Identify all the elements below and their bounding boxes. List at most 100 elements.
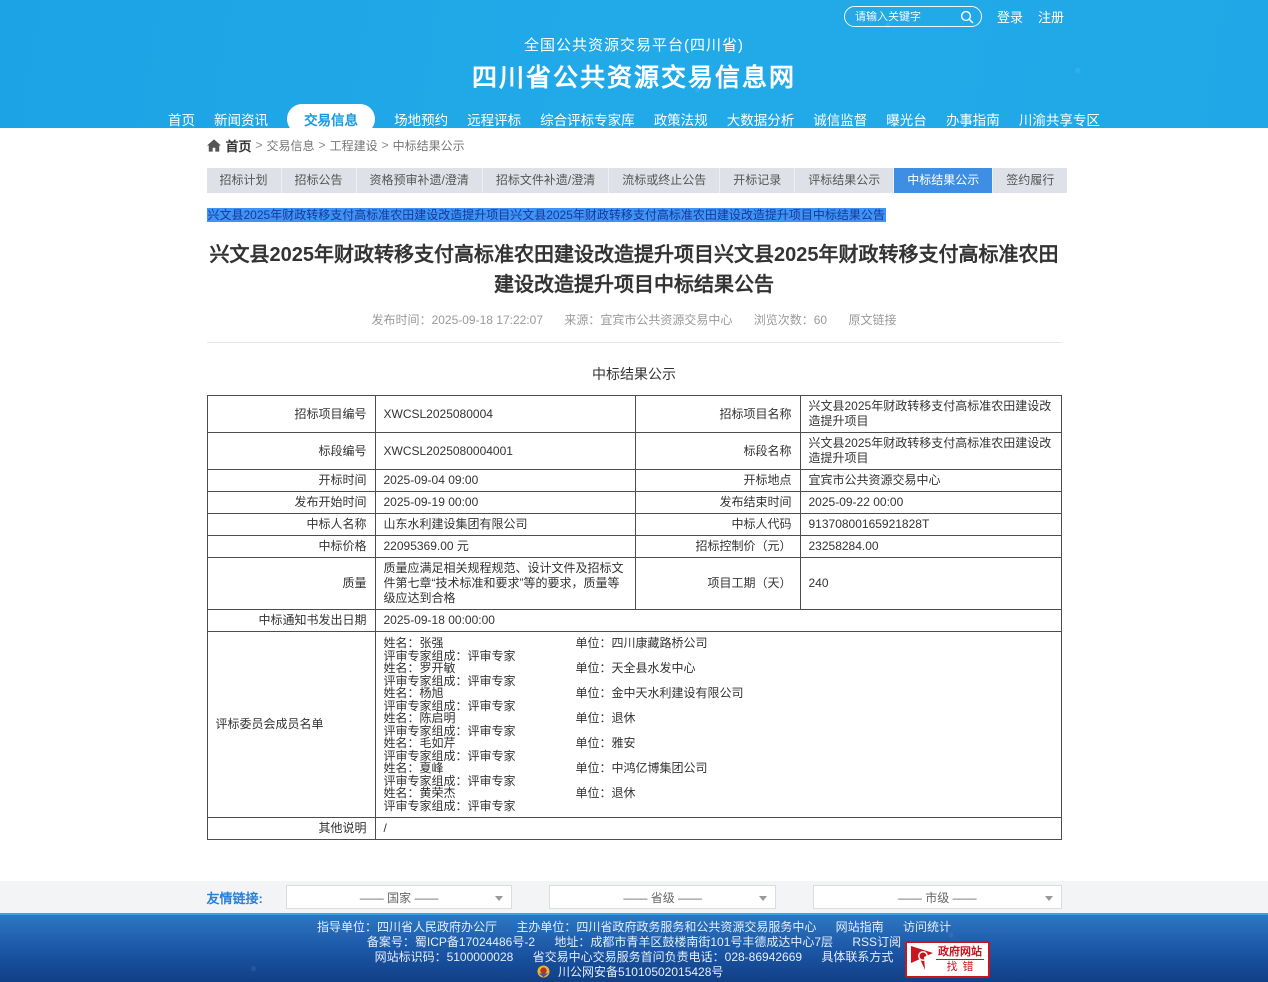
member-group: 评审专家 — [468, 699, 516, 713]
cell-label: 招标控制价（元） — [635, 536, 800, 558]
breadcrumb-home[interactable]: 首页 — [226, 136, 252, 155]
nav-item-home[interactable]: 首页 — [168, 109, 195, 129]
tab-opening-record[interactable]: 开标记录 — [720, 168, 794, 193]
cell-label: 中标价格 — [207, 536, 375, 558]
cell-label: 开标地点 — [635, 470, 800, 492]
row-price: 中标价格 22095369.00 元 招标控制价（元） 23258284.00 — [207, 536, 1061, 558]
search-input[interactable] — [855, 11, 960, 23]
friendly-links-label: 友情链接: — [207, 888, 263, 907]
footer-contact-link[interactable]: 具体联系方式 — [821, 950, 893, 964]
nav-item-trade-info[interactable]: 交易信息 — [287, 104, 375, 134]
links-select-municipal-value: —— 市级 —— — [898, 889, 977, 906]
result-link-highlighted[interactable]: 兴文县2025年财政转移支付高标准农田建设改造提升项目兴文县2025年财政转移支… — [207, 208, 886, 222]
footer-address: 地址：成都市青羊区鼓楼南街101号丰德成达中心7层 — [554, 935, 833, 949]
nav-item-guide[interactable]: 办事指南 — [946, 109, 1000, 129]
cell-value: / — [375, 818, 1061, 840]
cell-label: 项目工期（天） — [635, 558, 800, 610]
nav-item-chuanyu-zone[interactable]: 川渝共享专区 — [1019, 109, 1100, 129]
article-title: 兴文县2025年财政转移支付高标准农田建设改造提升项目兴文县2025年财政转移支… — [207, 240, 1062, 300]
breadcrumb-current: 中标结果公示 — [393, 137, 465, 154]
links-select-municipal[interactable]: —— 市级 —— — [813, 885, 1061, 909]
tab-doc-supplement[interactable]: 招标文件补遗/澄清 — [483, 168, 608, 193]
breadcrumb-engineering[interactable]: 工程建设 — [330, 137, 378, 154]
row-project-number: 招标项目编号 XWCSL2025080004 招标项目名称 兴文县2025年财政… — [207, 396, 1061, 433]
tab-contract-performance[interactable]: 签约履行 — [993, 168, 1067, 193]
cell-label: 开标时间 — [207, 470, 375, 492]
links-select-provincial[interactable]: —— 省级 —— — [549, 885, 776, 909]
police-badge-icon — [537, 965, 550, 982]
row-section-number: 标段编号 XWCSL2025080004001 标段名称 兴文县2025年财政转… — [207, 433, 1061, 470]
member-unit: 退休 — [612, 786, 636, 800]
committee-label: 评标委员会成员名单 — [207, 632, 375, 818]
cell-value: 质量应满足相关规程规范、设计文件及招标文件第七章“技术标准和要求”等的要求，质量… — [375, 558, 635, 610]
error-find-icon — [910, 944, 936, 975]
views-value: 60 — [814, 313, 827, 327]
links-select-provincial-value: —— 省级 —— — [623, 889, 702, 906]
tab-bid-announcement[interactable]: 招标公告 — [282, 168, 356, 193]
committee-member: 姓名：毛如芹单位：雅安 评审专家组成：评审专家 — [384, 737, 1053, 762]
home-icon — [207, 139, 221, 152]
login-link[interactable]: 登录 — [997, 7, 1023, 26]
register-link[interactable]: 注册 — [1038, 7, 1064, 26]
cell-value: 91370800165921828T — [800, 514, 1061, 536]
breadcrumb-separator: > — [256, 138, 263, 152]
links-select-national[interactable]: —— 国家 —— — [286, 885, 513, 909]
nav-item-venue-booking[interactable]: 场地预约 — [394, 109, 448, 129]
row-quality: 质量 质量应满足相关规程规范、设计文件及招标文件第七章“技术标准和要求”等的要求… — [207, 558, 1061, 610]
cell-value: 兴文县2025年财政转移支付高标准农田建设改造提升项目 — [800, 433, 1061, 470]
search-icon[interactable] — [960, 10, 974, 24]
cell-value: 2025-09-18 00:00:00 — [375, 610, 1061, 632]
member-group: 评审专家 — [468, 674, 516, 688]
views-label: 浏览次数： — [754, 313, 814, 327]
unit-label: 单位： — [576, 661, 612, 675]
tab-award-result[interactable]: 中标结果公示 — [894, 168, 992, 193]
committee-list: 姓名：张强单位：四川康藏路桥公司 评审专家组成：评审专家 姓名：罗开敏单位：天全… — [375, 632, 1061, 818]
committee-member: 姓名：杨旭单位：金中天水利建设有限公司 评审专家组成：评审专家 — [384, 687, 1053, 712]
nav-item-expert-pool[interactable]: 综合评标专家库 — [540, 109, 635, 129]
unit-label: 单位： — [576, 711, 612, 725]
nav-item-news[interactable]: 新闻资讯 — [214, 109, 268, 129]
footer-site-guide-link[interactable]: 网站指南 — [836, 920, 884, 934]
tab-evaluation-result[interactable]: 评标结果公示 — [795, 168, 893, 193]
nav-item-remote-evaluation[interactable]: 远程评标 — [467, 109, 521, 129]
committee-member: 姓名：黄荣杰单位：退休 评审专家组成：评审专家 — [384, 787, 1053, 812]
cell-value: 2025-09-19 00:00 — [375, 492, 635, 514]
unit-label: 单位： — [576, 761, 612, 775]
footer-rss-link[interactable]: RSS订阅 — [852, 935, 901, 949]
cell-label: 中标人名称 — [207, 514, 375, 536]
cell-label: 标段编号 — [207, 433, 375, 470]
topbar: 登录 注册 — [844, 6, 1064, 27]
article-meta: 发布时间：2025-09-18 17:22:07 来源：宜宾市公共资源交易中心 … — [207, 311, 1062, 343]
source-value: 宜宾市公共资源交易中心 — [600, 313, 732, 327]
footer-site-code: 网站标识码：5100000028 — [375, 950, 514, 964]
original-link[interactable]: 原文链接 — [848, 313, 896, 327]
search-box[interactable] — [844, 6, 982, 27]
nav-item-big-data[interactable]: 大数据分析 — [727, 109, 795, 129]
cell-value: 2025-09-22 00:00 — [800, 492, 1061, 514]
footer-security-record-link[interactable]: 川公网安备51010502015428号 — [558, 965, 723, 979]
tab-failed-or-terminated[interactable]: 流标或终止公告 — [609, 168, 719, 193]
member-unit: 雅安 — [612, 736, 636, 750]
footer-icp-link[interactable]: 备案号：蜀ICP备17024486号-2 — [367, 935, 535, 949]
unit-label: 单位： — [576, 686, 612, 700]
member-group: 评审专家 — [468, 724, 516, 738]
member-group: 评审专家 — [468, 749, 516, 763]
tab-prequal-supplement[interactable]: 资格预审补遗/澄清 — [357, 168, 482, 193]
tab-bar: 招标计划 招标公告 资格预审补遗/澄清 招标文件补遗/澄清 流标或终止公告 开标… — [207, 168, 1062, 193]
nav-item-exposure[interactable]: 曝光台 — [886, 109, 927, 129]
tab-bid-plan[interactable]: 招标计划 — [207, 168, 281, 193]
publish-time-label: 发布时间： — [372, 313, 432, 327]
source-label: 来源： — [564, 313, 600, 327]
breadcrumb-trade-info[interactable]: 交易信息 — [267, 137, 315, 154]
footer-visit-stats-link[interactable]: 访问统计 — [903, 920, 951, 934]
site-subtitle: 全国公共资源交易平台(四川省) — [0, 0, 1268, 55]
footer-guidance-unit: 指导单位：四川省人民政府办公厅 — [317, 920, 497, 934]
nav-item-policies[interactable]: 政策法规 — [654, 109, 708, 129]
nav-item-integrity-supervision[interactable]: 诚信监督 — [813, 109, 867, 129]
main-nav: 首页 新闻资讯 交易信息 场地预约 远程评标 综合评标专家库 政策法规 大数据分… — [0, 103, 1268, 135]
row-opening-time: 开标时间 2025-09-04 09:00 开标地点 宜宾市公共资源交易中心 — [207, 470, 1061, 492]
cell-value: 23258284.00 — [800, 536, 1061, 558]
gov-site-error-report-badge[interactable]: 政府网站 找错 — [905, 941, 990, 978]
member-group: 评审专家 — [468, 799, 516, 813]
row-other-notes: 其他说明 / — [207, 818, 1061, 840]
